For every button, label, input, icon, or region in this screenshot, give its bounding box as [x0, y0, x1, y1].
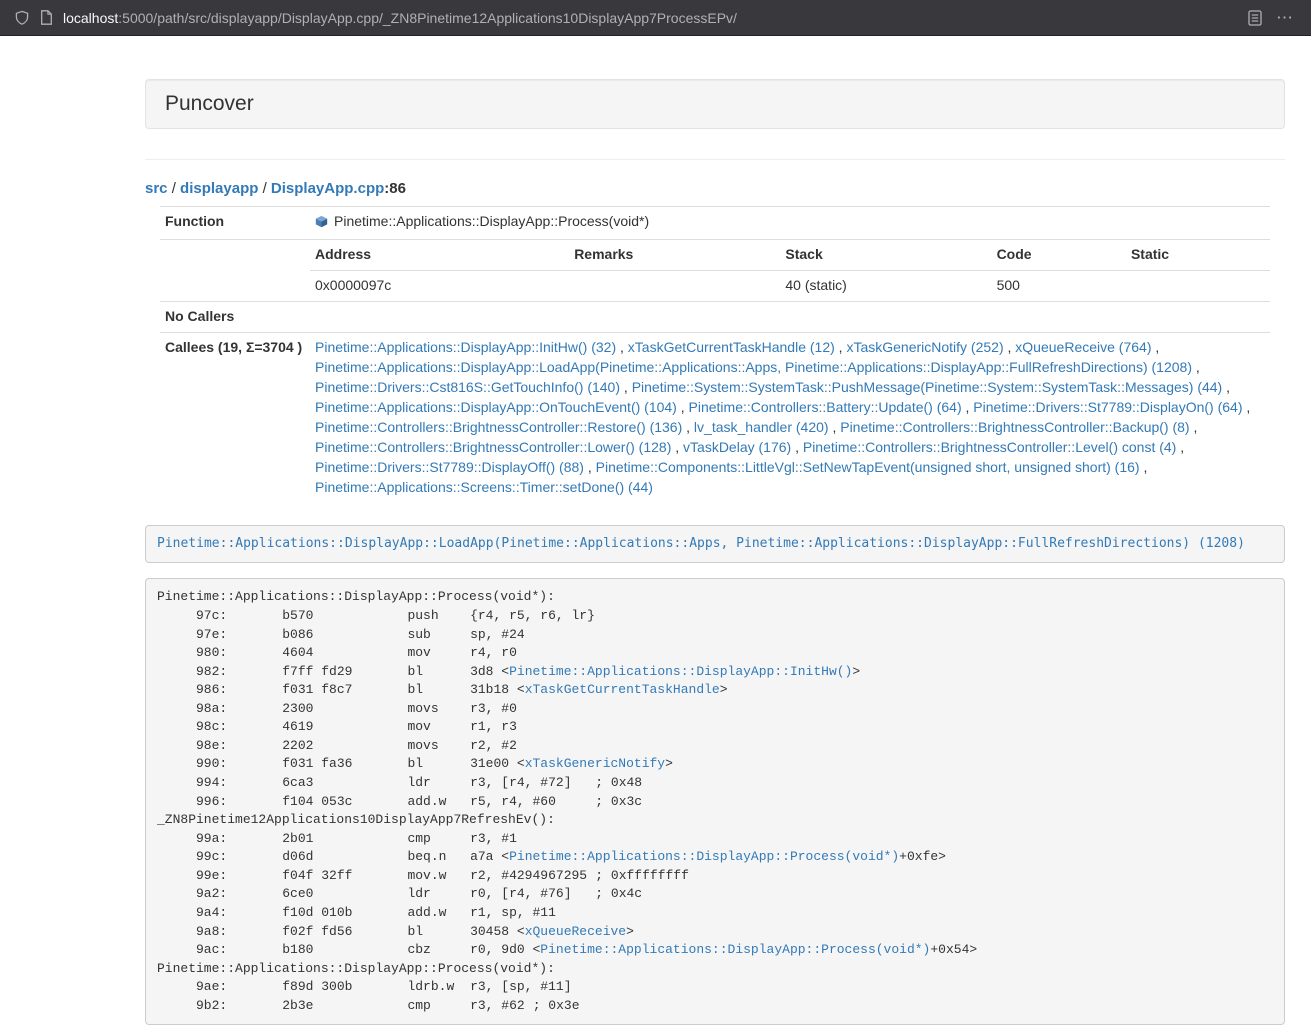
function-row: Function Pinetime::Applications::Display… [160, 207, 1270, 240]
callers-cell [310, 301, 1270, 332]
callee-separator: , [791, 439, 803, 455]
symbol-link-box: Pinetime::Applications::DisplayApp::Load… [145, 525, 1285, 564]
overflow-menu-icon[interactable]: ⋯ [1272, 9, 1297, 26]
function-name-cell: Pinetime::Applications::DisplayApp::Proc… [310, 207, 1270, 240]
callee-separator: , [620, 379, 632, 395]
breadcrumb-links: src / displayapp / DisplayApp.cpp [145, 180, 384, 197]
callee-separator: , [1243, 399, 1251, 415]
col-code: Code [992, 240, 1126, 270]
page-icon[interactable] [40, 10, 53, 25]
disassembly-code: Pinetime::Applications::DisplayApp::Proc… [157, 589, 977, 1012]
callees-label: Callees (19, Σ=3704 ) [160, 332, 310, 502]
callee-link[interactable]: Pinetime::Applications::DisplayApp::Init… [315, 339, 616, 355]
callee-link[interactable]: xTaskGenericNotify (252) [846, 339, 1003, 355]
callee-link[interactable]: xTaskGetCurrentTaskHandle (12) [628, 339, 835, 355]
breadcrumb-line-number: :86 [384, 180, 406, 197]
callee-separator: , [677, 399, 689, 415]
callee-link[interactable]: Pinetime::Components::LittleVgl::SetNewT… [596, 459, 1140, 475]
metrics-row: Address Remarks Stack Code Static 0x0000… [160, 239, 1270, 301]
callee-link[interactable]: Pinetime::Drivers::St7789::DisplayOff() … [315, 459, 584, 475]
reader-view-icon[interactable] [1248, 10, 1262, 26]
callee-separator: , [1192, 359, 1200, 375]
callers-row: No Callers [160, 301, 1270, 332]
col-stack: Stack [780, 240, 991, 270]
code-value: 500 [992, 270, 1126, 300]
callee-link[interactable]: Pinetime::Applications::DisplayApp::Load… [315, 359, 1192, 375]
metrics-table: Address Remarks Stack Code Static 0x0000… [310, 240, 1270, 301]
callee-separator: , [584, 459, 596, 475]
callee-separator: , [616, 339, 628, 355]
disassembly-symbol-link[interactable]: xQueueReceive [525, 924, 626, 939]
callee-link[interactable]: Pinetime::Controllers::Battery::Update()… [689, 399, 962, 415]
callee-separator: , [829, 419, 841, 435]
no-callers-label: No Callers [160, 301, 310, 332]
callee-link[interactable]: vTaskDelay (176) [683, 439, 791, 455]
breadcrumb-link[interactable]: DisplayApp.cpp [271, 180, 384, 197]
callee-separator: , [1140, 459, 1148, 475]
callee-separator: , [835, 339, 847, 355]
symbol-link[interactable]: Pinetime::Applications::DisplayApp::Load… [157, 536, 1245, 551]
page-container: Puncover src / displayapp / DisplayApp.c… [145, 36, 1285, 1025]
address-value: 0x0000097c [310, 270, 569, 300]
callee-link[interactable]: Pinetime::System::SystemTask::PushMessag… [632, 379, 1223, 395]
function-name: Pinetime::Applications::DisplayApp::Proc… [334, 213, 649, 229]
callee-link[interactable]: xQueueReceive (764) [1015, 339, 1151, 355]
callee-link[interactable]: Pinetime::Drivers::St7789::DisplayOn() (… [973, 399, 1242, 415]
callee-separator: , [962, 399, 974, 415]
callee-link[interactable]: Pinetime::Controllers::BrightnessControl… [315, 419, 682, 435]
callee-separator: , [1222, 379, 1230, 395]
breadcrumb-link[interactable]: src [145, 180, 168, 197]
divider [145, 159, 1285, 160]
app-title: Puncover [165, 92, 254, 115]
function-label: Function [160, 207, 310, 240]
breadcrumb-link[interactable]: displayapp [180, 180, 258, 197]
callee-link[interactable]: lv_task_handler (420) [694, 419, 829, 435]
url-host: localhost [63, 10, 118, 26]
url-path: :5000/path/src/displayapp/DisplayApp.cpp… [118, 10, 737, 26]
callee-link[interactable]: Pinetime::Applications::DisplayApp::OnTo… [315, 399, 677, 415]
callees-row: Callees (19, Σ=3704 ) Pinetime::Applicat… [160, 332, 1270, 502]
col-address: Address [310, 240, 569, 270]
metrics-header-row: Address Remarks Stack Code Static [310, 240, 1270, 270]
tracking-protection-shield-icon[interactable] [14, 10, 30, 26]
static-value [1126, 270, 1270, 300]
symbol-table: Function Pinetime::Applications::Display… [160, 206, 1270, 503]
disassembly-symbol-link[interactable]: Pinetime::Applications::DisplayApp::Proc… [540, 942, 930, 957]
col-remarks: Remarks [569, 240, 780, 270]
callee-link[interactable]: Pinetime::Applications::Screens::Timer::… [315, 479, 653, 495]
disassembly-symbol-link[interactable]: Pinetime::Applications::DisplayApp::Proc… [509, 849, 899, 864]
callee-separator: , [1190, 419, 1198, 435]
callee-link[interactable]: Pinetime::Controllers::BrightnessControl… [315, 439, 671, 455]
disassembly-block: Pinetime::Applications::DisplayApp::Proc… [145, 578, 1285, 1025]
disassembly-symbol-link[interactable]: Pinetime::Applications::DisplayApp::Init… [509, 664, 852, 679]
metrics-value-row: 0x0000097c 40 (static) 500 [310, 270, 1270, 300]
callee-link[interactable]: Pinetime::Controllers::BrightnessControl… [803, 439, 1176, 455]
callee-link[interactable]: Pinetime::Drivers::Cst816S::GetTouchInfo… [315, 379, 620, 395]
breadcrumb: src / displayapp / DisplayApp.cpp:86 [145, 180, 1285, 197]
browser-chrome: localhost:5000/path/src/displayapp/Displ… [0, 0, 1311, 36]
breadcrumb-separator: / [258, 180, 271, 197]
metrics-row-spacer [160, 239, 310, 301]
callee-separator: , [1151, 339, 1159, 355]
url-bar[interactable]: localhost:5000/path/src/displayapp/Displ… [63, 10, 737, 26]
app-title-panel: Puncover [145, 79, 1285, 129]
disassembly-symbol-link[interactable]: xTaskGenericNotify [525, 756, 665, 771]
remarks-value [569, 270, 780, 300]
callee-separator: , [1176, 439, 1184, 455]
col-static: Static [1126, 240, 1270, 270]
callee-separator: , [671, 439, 683, 455]
metrics-cell: Address Remarks Stack Code Static 0x0000… [310, 239, 1270, 301]
callees-list: Pinetime::Applications::DisplayApp::Init… [310, 332, 1270, 502]
breadcrumb-separator: / [168, 180, 181, 197]
stack-value: 40 (static) [780, 270, 991, 300]
callee-separator: , [1004, 339, 1016, 355]
callee-link[interactable]: Pinetime::Controllers::BrightnessControl… [840, 419, 1189, 435]
disassembly-symbol-link[interactable]: xTaskGetCurrentTaskHandle [525, 682, 720, 697]
method-icon [315, 214, 328, 234]
callee-separator: , [682, 419, 694, 435]
